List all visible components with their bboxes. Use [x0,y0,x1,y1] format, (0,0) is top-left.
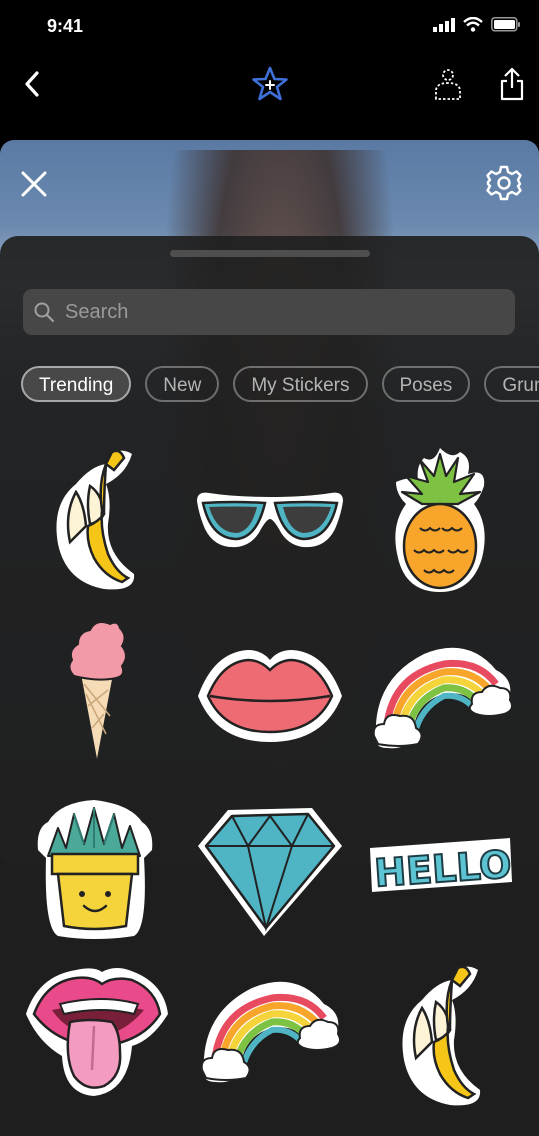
sticker-lips[interactable] [194,646,346,744]
sticker-hello[interactable]: HELLO! [366,834,514,896]
back-button[interactable] [12,64,52,104]
sticker-diamond[interactable] [194,806,344,938]
sticker-ice-cream[interactable] [64,616,130,766]
sticker-pineapple[interactable] [390,446,490,596]
chip-my-stickers[interactable]: My Stickers [233,366,368,402]
favorite-button[interactable] [250,64,290,104]
battery-icon [491,17,520,32]
chip-poses[interactable]: Poses [381,366,471,402]
sticker-sunglasses[interactable] [195,489,345,551]
sticker-rainbow[interactable] [368,640,516,750]
sticker-tongue-mouth[interactable] [24,960,170,1098]
search-icon [34,302,55,323]
chip-trending[interactable]: Trending [21,366,132,402]
search-placeholder: Search [65,300,129,323]
star-plus-icon [252,66,288,101]
chip-grunge[interactable]: Grunge [484,366,539,402]
category-chips: Trending New My Stickers Poses Grunge [21,366,539,406]
sheet-grabber[interactable] [170,250,370,257]
person-select-icon [435,69,461,100]
status-time: 9:41 [47,16,84,36]
sticker-succulent-pot[interactable] [34,798,156,940]
share-icon [500,67,524,101]
gear-icon [486,165,522,201]
chip-new[interactable]: New [145,366,220,402]
status-bar: 9:41 [0,0,539,56]
close-button[interactable] [14,164,54,204]
search-field[interactable]: Search [23,289,515,335]
settings-button[interactable] [483,162,525,204]
chevron-left-icon [25,71,39,97]
signal-icon [433,17,455,32]
close-icon [21,171,47,197]
wifi-icon [463,17,483,32]
sticker-sheet: Search Trending New My Stickers Poses Grunge [0,236,539,1136]
top-nav [0,56,539,116]
share-button[interactable] [492,64,532,104]
sticker-banana-2[interactable] [392,960,488,1110]
sticker-rainbow-2[interactable] [196,974,344,1084]
select-person-button[interactable] [428,64,468,104]
sticker-banana[interactable] [46,444,142,594]
